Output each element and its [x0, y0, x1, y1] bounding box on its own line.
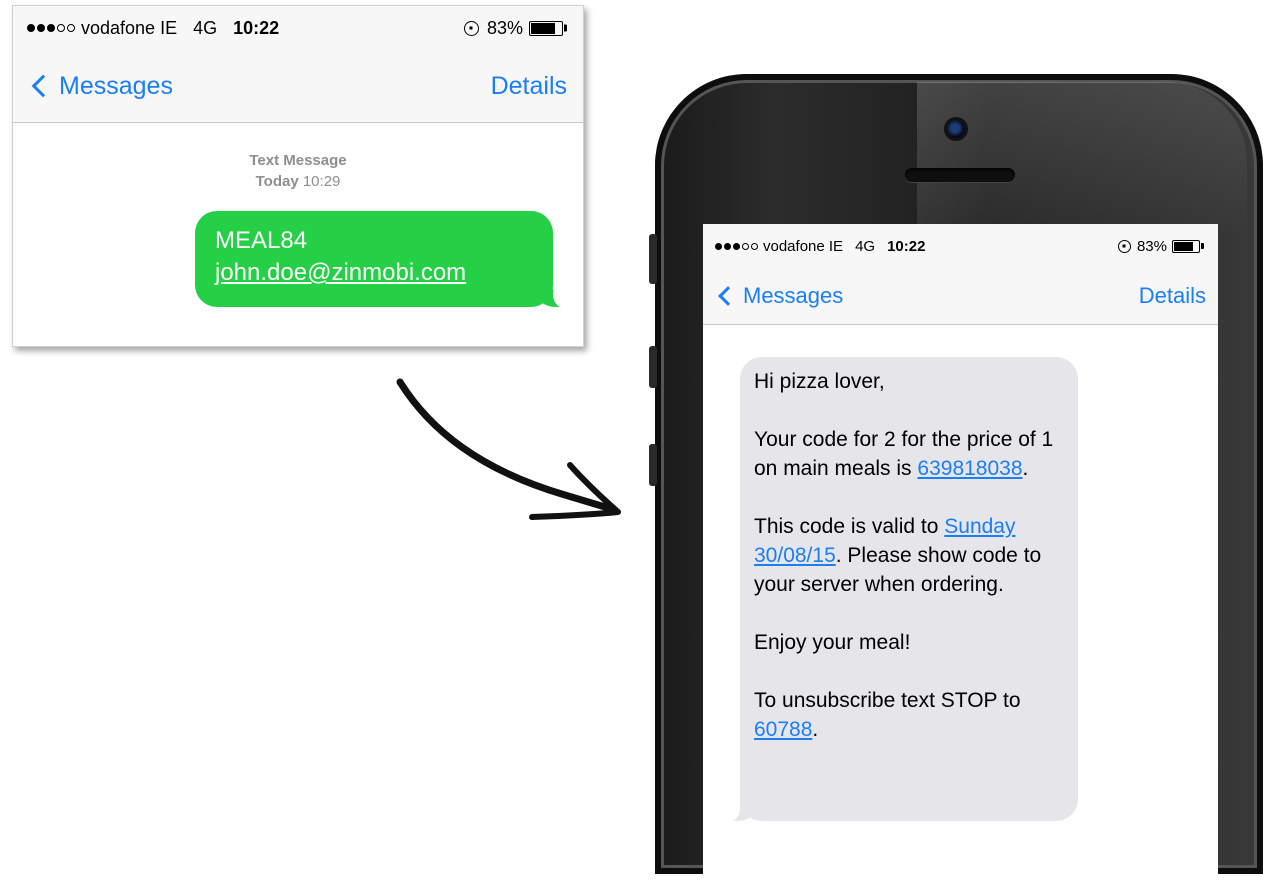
message-enjoy: Enjoy your meal! [754, 631, 911, 654]
message-type: Text Message [249, 152, 347, 169]
bubble-keyword: MEAL84 [215, 227, 308, 254]
network-type: 4G [193, 17, 218, 38]
message-timestamp: Today 10:29 [255, 173, 341, 190]
back-button-messages[interactable]: Messages [59, 72, 173, 101]
battery-icon [1172, 239, 1204, 253]
sent-message-screenshot: vodafone IE 4G 10:22 83% Messages Detail… [12, 5, 584, 347]
promo-code-link[interactable]: 639818038 [917, 457, 1022, 480]
volume-down-button [649, 444, 657, 486]
message-meta: Text Message Today 10:29 [13, 150, 583, 192]
back-button-messages[interactable]: Messages [743, 283, 843, 309]
nav-bar: Messages Details [703, 268, 1218, 325]
email-link[interactable]: john.doe@zinmobi.com [215, 259, 466, 286]
carrier-name: vodafone IE [763, 237, 844, 255]
status-bar: vodafone IE 4G 10:22 83% [13, 6, 583, 50]
details-button[interactable]: Details [1139, 283, 1206, 309]
signal-dots-icon [27, 24, 75, 32]
nav-bar: Messages Details [13, 50, 583, 123]
message-validity-paragraph: This code is valid to Sunday 30/08/15. P… [754, 515, 1042, 596]
chevron-left-icon[interactable] [718, 286, 738, 306]
rotation-lock-icon [1117, 239, 1131, 253]
sent-message-bubble[interactable]: MEAL84 john.doe@zinmobi.com [195, 211, 573, 309]
signal-dots-icon [715, 242, 758, 250]
camera-icon [947, 120, 965, 138]
message-code-paragraph: Your code for 2 for the price of 1 on ma… [754, 428, 1054, 480]
details-button[interactable]: Details [491, 72, 567, 101]
message-unsubscribe-paragraph: To unsubscribe text STOP to 60788. [754, 689, 1021, 741]
speaker-grille [905, 168, 1015, 182]
phone-screen: vodafone IE 4G 10:22 83% Messages Detail… [703, 224, 1218, 884]
received-message-bubble[interactable]: Hi pizza lover, Your code for 2 for the … [720, 357, 1078, 823]
chevron-left-icon[interactable] [31, 74, 55, 98]
battery-percent: 83% [486, 17, 523, 38]
volume-up-button [649, 346, 657, 388]
network-type: 4G [855, 237, 876, 255]
unsubscribe-number-link[interactable]: 60788 [754, 718, 812, 741]
carrier-name: vodafone IE [81, 17, 178, 38]
status-time: 10:22 [887, 237, 926, 255]
iphone-device: vodafone IE 4G 10:22 83% Messages Detail… [649, 74, 1263, 884]
battery-icon [529, 20, 567, 36]
mute-switch [649, 234, 657, 284]
curved-arrow-icon [396, 378, 621, 520]
battery-percent: 83% [1136, 237, 1167, 255]
message-greeting: Hi pizza lover, [754, 370, 885, 393]
status-time: 10:22 [233, 17, 280, 38]
status-bar: vodafone IE 4G 10:22 83% [703, 224, 1218, 268]
rotation-lock-icon [463, 20, 479, 36]
